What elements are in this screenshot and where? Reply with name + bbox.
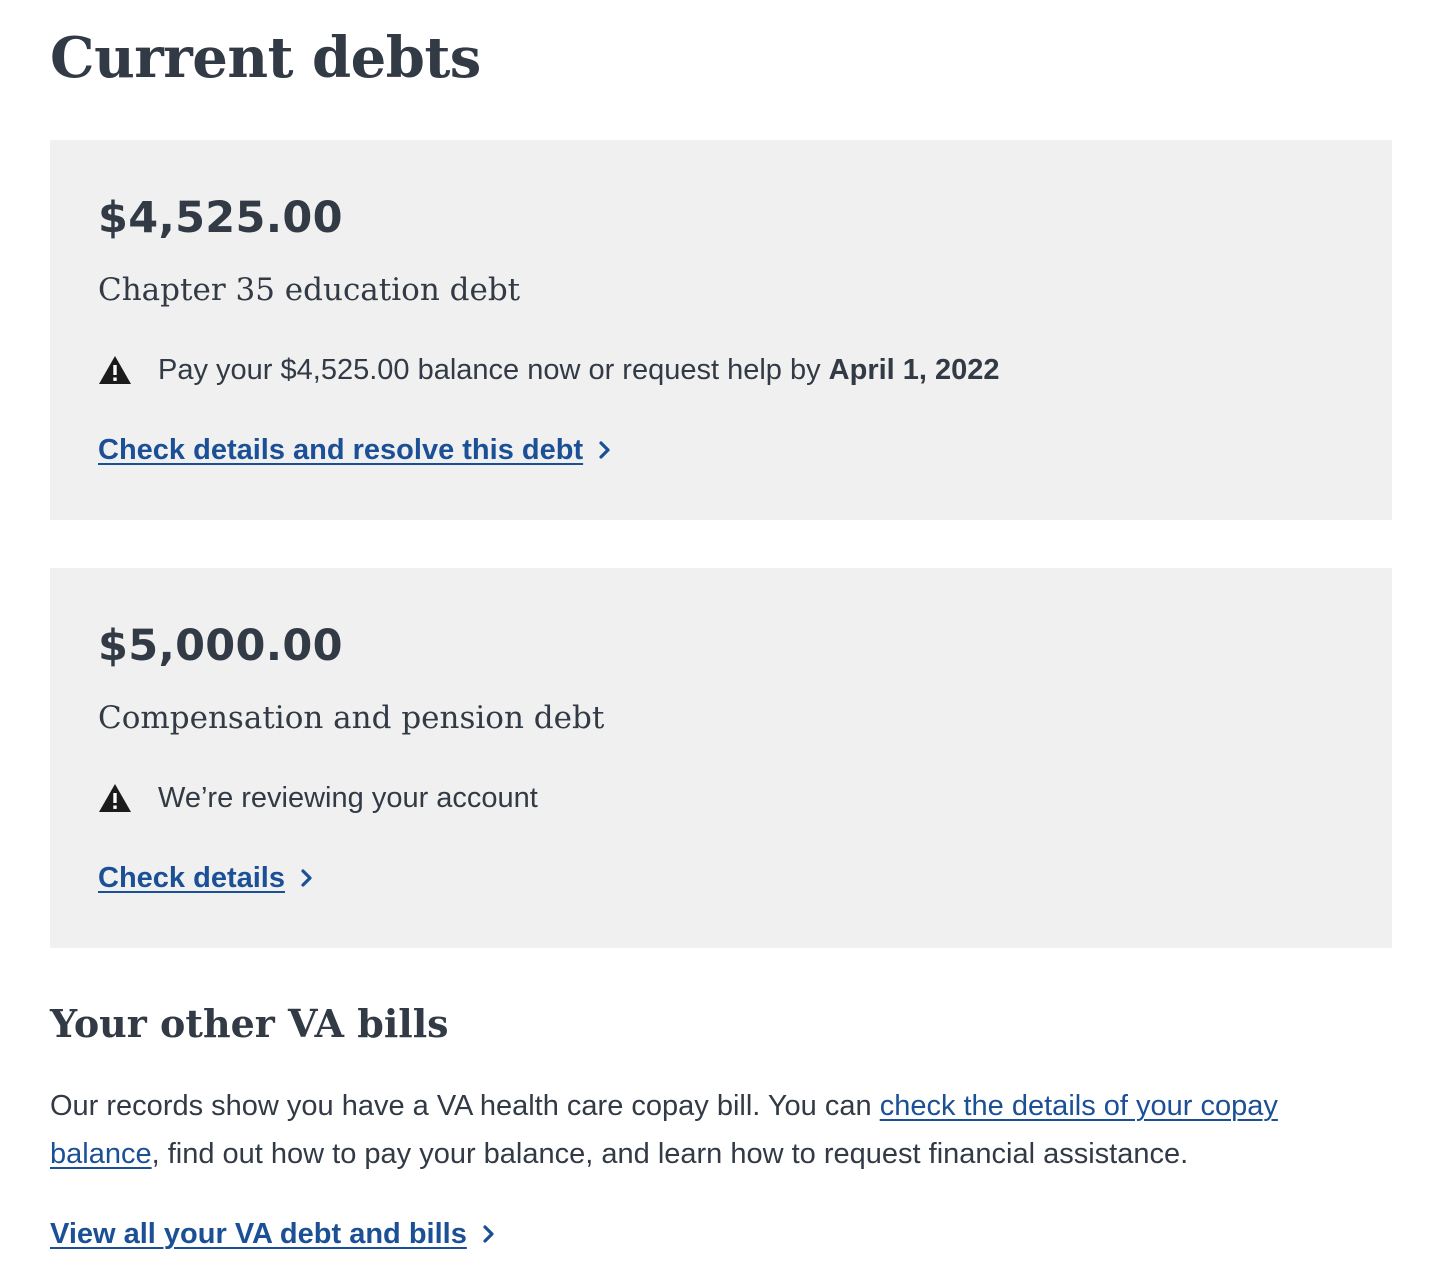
debt-alert: Pay your $4,525.00 balance now or reques…: [98, 350, 1000, 390]
check-details-link[interactable]: Check details: [98, 862, 285, 895]
other-bills-text-after: , find out how to pay your balance, and …: [151, 1138, 1189, 1170]
debt-due-date: April 1, 2022: [828, 353, 1000, 386]
debt-type: Compensation and pension debt: [98, 700, 605, 736]
debt-card: $5,000.00 Compensation and pension debt …: [50, 568, 1392, 948]
chevron-right-icon: [481, 1224, 497, 1244]
debt-alert: We’re reviewing your account: [98, 778, 538, 818]
other-bills-description: Our records show you have a VA health ca…: [50, 1082, 1350, 1178]
check-details-resolve-link[interactable]: Check details and resolve this debt: [98, 434, 583, 467]
other-bills-heading: Your other VA bills: [50, 1001, 449, 1046]
warning-triangle-icon: [98, 783, 132, 813]
chevron-right-icon: [597, 440, 613, 460]
current-debts-page: Current debts $4,525.00 Chapter 35 educa…: [50, 0, 1392, 1250]
debt-type: Chapter 35 education debt: [98, 272, 521, 308]
debt-link-row: Check details: [98, 858, 315, 898]
warning-triangle-icon: [98, 355, 132, 385]
debt-alert-message: Pay your $4,525.00 balance now or reques…: [158, 353, 829, 386]
page-title: Current debts: [50, 25, 481, 91]
other-bills-text-before: Our records show you have a VA health ca…: [50, 1090, 880, 1122]
view-all-link-row: View all your VA debt and bills: [50, 1214, 497, 1254]
chevron-right-icon: [299, 868, 315, 888]
debt-amount: $5,000.00: [98, 621, 343, 671]
debt-amount: $4,525.00: [98, 193, 343, 243]
debt-link-row: Check details and resolve this debt: [98, 430, 613, 470]
debt-alert-text: Pay your $4,525.00 balance now or reques…: [158, 354, 1000, 387]
debt-card: $4,525.00 Chapter 35 education debt Pay …: [50, 140, 1392, 520]
debt-alert-message: We’re reviewing your account: [158, 781, 538, 814]
view-all-debts-bills-link[interactable]: View all your VA debt and bills: [50, 1218, 467, 1251]
